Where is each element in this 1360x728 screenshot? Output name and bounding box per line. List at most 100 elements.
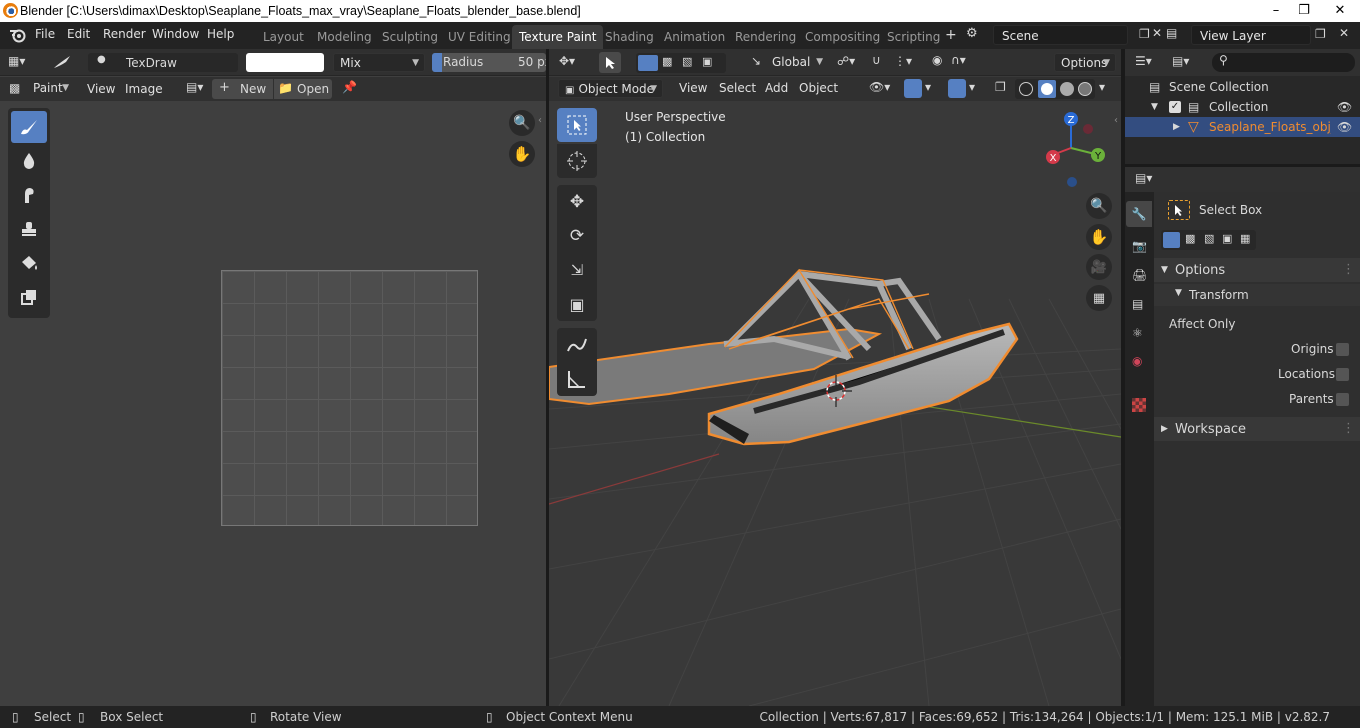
sidebar-toggle-icon[interactable]: ‹ — [1114, 115, 1118, 126]
clone-tool-button[interactable] — [11, 213, 47, 245]
rotate-tool[interactable]: ⟳ — [557, 219, 597, 253]
pan-hand-icon[interactable]: ✋ — [509, 141, 535, 167]
locations-checkbox[interactable] — [1336, 368, 1349, 381]
proportional-edit-icon[interactable]: ◉ — [932, 53, 942, 67]
pivot-point-icon[interactable]: ☍▾ — [837, 54, 855, 68]
workspace-panel-header[interactable]: ▶ Workspace ⋮⋮ — [1154, 417, 1360, 441]
cursor-tool[interactable] — [557, 144, 597, 178]
menu-object[interactable]: Object — [799, 81, 838, 95]
outliner-row[interactable]: ▤ Scene Collection — [1125, 77, 1360, 97]
menu-render[interactable]: Render — [103, 27, 146, 41]
rendered-shading-icon[interactable] — [1078, 82, 1092, 96]
select-subtract-icon[interactable]: ▧ — [1204, 232, 1214, 245]
collection-checkbox[interactable]: ✓ — [1169, 101, 1181, 113]
menu-select[interactable]: Select — [719, 81, 756, 95]
menu-view[interactable]: View — [87, 82, 115, 96]
select-subtract-icon[interactable]: ▧ — [682, 55, 692, 68]
tab-scripting[interactable]: Scripting — [880, 25, 947, 49]
world-tab-icon[interactable]: ◉ — [1132, 354, 1142, 368]
visibility-eye-icon[interactable]: 👁 — [1337, 97, 1352, 117]
menu-help[interactable]: Help — [207, 27, 234, 41]
editor-type-icon[interactable]: ▦▾ — [8, 54, 25, 68]
select-extend-icon[interactable]: ▩ — [1185, 232, 1195, 245]
menu-window[interactable]: Window — [152, 27, 199, 41]
scene-tab-icon[interactable]: ⚛ — [1132, 326, 1143, 340]
transform-orientation-dropdown[interactable]: Global ▼ — [766, 53, 828, 72]
view-layer-icon[interactable]: ▤ — [1166, 26, 1177, 40]
draw-tool-button[interactable] — [11, 111, 47, 143]
mode-dropdown[interactable]: Paint ▼ — [27, 79, 74, 98]
move-tool[interactable]: ✥ — [557, 185, 597, 219]
visibility-eye-icon[interactable]: 👁 — [1337, 117, 1352, 137]
parents-checkbox[interactable] — [1336, 393, 1349, 406]
image-browse-icon[interactable]: ▤▾ — [186, 80, 203, 94]
shading-mode-group[interactable] — [1015, 79, 1095, 99]
outliner-row-selected[interactable]: ▶ ▽ Seaplane_Floats_obj_bas 👁 — [1125, 117, 1360, 137]
select-invert-icon[interactable]: ▣ — [702, 55, 712, 68]
expand-arrow-icon[interactable]: ▶ — [1173, 117, 1180, 137]
mask-tool-button[interactable] — [11, 281, 47, 313]
annotate-tool[interactable] — [557, 328, 597, 362]
scene-icon[interactable]: ⚙ — [966, 26, 978, 41]
menu-file[interactable]: File — [35, 27, 55, 41]
camera-view-icon[interactable]: 🎥 — [1086, 254, 1112, 280]
snap-icon[interactable]: ∪ — [872, 53, 881, 67]
drag-handle-icon[interactable]: ⋮⋮ — [1342, 258, 1360, 282]
outliner-row[interactable]: ▼ ✓ ▤ Collection 👁 — [1125, 97, 1360, 117]
menu-view[interactable]: View — [679, 81, 707, 95]
expand-arrow-icon[interactable]: ▼ — [1151, 97, 1158, 117]
new-image-button[interactable]: + New — [212, 79, 273, 99]
overlay-dropdown-icon[interactable]: ▾ — [969, 80, 975, 94]
scene-field[interactable]: Scene — [993, 25, 1128, 45]
remove-scene-icon[interactable]: ✕ — [1152, 26, 1162, 40]
smear-tool-button[interactable] — [11, 179, 47, 211]
options-dropdown[interactable]: Options ▼ — [1054, 53, 1116, 72]
transform-tool[interactable]: ▣ — [557, 287, 597, 321]
pin-icon[interactable]: 📌 — [342, 80, 357, 94]
menu-image[interactable]: Image — [125, 82, 163, 96]
shading-dropdown-icon[interactable]: ▾ — [1099, 80, 1105, 94]
pan-hand-icon[interactable]: ✋ — [1086, 224, 1112, 250]
brush-color-swatch[interactable] — [246, 53, 324, 72]
options-panel-header[interactable]: ▼ Options ⋮⋮ — [1154, 258, 1360, 282]
output-tab-icon[interactable]: 🖨 — [1132, 268, 1147, 282]
tab-rendering[interactable]: Rendering — [728, 25, 803, 49]
tab-uv-editing[interactable]: UV Editing — [441, 25, 518, 49]
menu-edit[interactable]: Edit — [67, 27, 90, 41]
open-image-button[interactable]: 📁 Open — [274, 79, 332, 99]
scale-tool[interactable]: ⇲ — [557, 253, 597, 287]
copy-view-layer-icon[interactable]: ❐ — [1315, 27, 1326, 41]
blender-menu-icon[interactable] — [9, 27, 27, 43]
tool-tab-icon[interactable]: 🔧 — [1126, 201, 1152, 227]
maximize-button[interactable]: ❐ — [1290, 0, 1318, 20]
tab-sculpting[interactable]: Sculpting — [375, 25, 445, 49]
snap-target-icon[interactable]: ⋮▾ — [894, 54, 912, 68]
select-intersect-icon[interactable]: ▦ — [1240, 232, 1250, 245]
render-tab-icon[interactable]: 📷 — [1132, 239, 1147, 253]
gizmo-toggle-icon[interactable] — [904, 79, 922, 98]
measure-tool[interactable] — [557, 362, 597, 396]
minimize-button[interactable]: – — [1262, 0, 1290, 20]
add-workspace-icon[interactable]: + — [945, 27, 957, 43]
drag-handle-icon[interactable]: ⋮⋮ — [1342, 417, 1360, 441]
select-new-icon[interactable] — [638, 55, 658, 71]
material-shading-icon[interactable] — [1060, 82, 1074, 96]
radius-slider[interactable]: Radius 50 px — [432, 53, 546, 72]
blend-mode-dropdown[interactable]: Mix ▼ — [333, 53, 425, 72]
wireframe-shading-icon[interactable] — [1019, 82, 1033, 96]
display-mode-icon[interactable]: ▤▾ — [1172, 54, 1189, 68]
object-mode-dropdown[interactable]: ▣ Object Mode ▼ — [558, 79, 663, 98]
zoom-icon[interactable]: 🔍 — [509, 110, 535, 136]
transform-subpanel-header[interactable]: ▼ Transform — [1154, 284, 1360, 306]
soften-tool-button[interactable] — [11, 145, 47, 177]
editor-type-icon[interactable]: ✥▾ — [559, 54, 575, 68]
texture-tab-icon[interactable] — [1132, 398, 1146, 412]
select-box-tool[interactable] — [557, 108, 597, 142]
view-layer-field[interactable]: View Layer — [1191, 25, 1311, 45]
perspective-grid-icon[interactable]: ▦ — [1086, 285, 1112, 311]
visibility-icon[interactable]: 👁▾ — [869, 80, 890, 94]
tab-compositing[interactable]: Compositing — [798, 25, 887, 49]
navigation-gizmo[interactable]: Z Y X — [1035, 108, 1115, 188]
tab-modeling[interactable]: Modeling — [310, 25, 379, 49]
tab-texture-paint[interactable]: Texture Paint — [512, 25, 604, 49]
